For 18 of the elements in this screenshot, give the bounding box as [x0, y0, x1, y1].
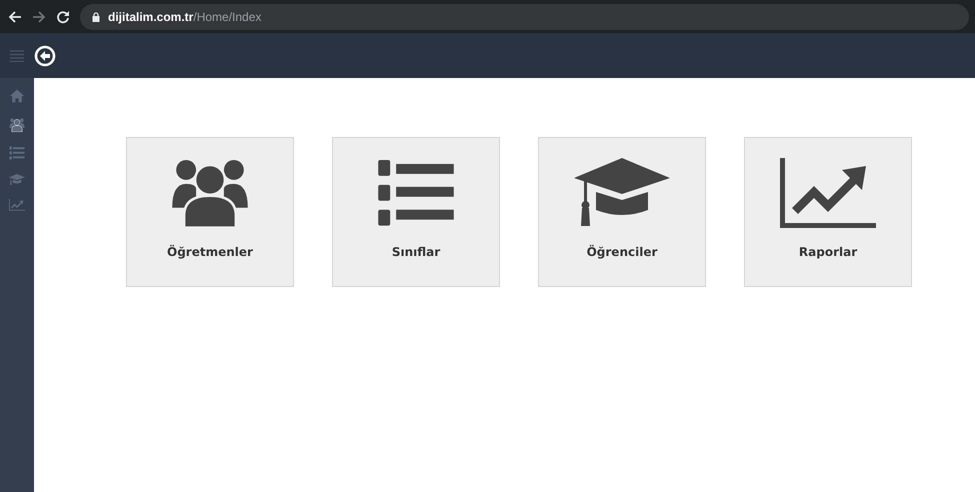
people-icon [9, 118, 25, 132]
graduation-cap-icon [9, 174, 25, 186]
chart-icon [780, 158, 876, 228]
lock-icon [92, 12, 100, 22]
back-arrow-icon[interactable] [8, 10, 22, 24]
chart-icon [9, 199, 25, 212]
graduation-cap-icon [574, 158, 670, 228]
menu-tile[interactable]: Öğrenciler [538, 137, 706, 287]
reload-icon[interactable] [56, 10, 70, 24]
menu-tile[interactable]: Raporlar [744, 137, 912, 287]
numbered-list-icon [9, 146, 25, 160]
menu-tile[interactable]: Öğretmenler [126, 137, 294, 287]
numbered-list-icon [376, 158, 456, 228]
people-icon [170, 158, 250, 228]
address-bar[interactable]: dijitalim.com.tr/Home/Index [80, 4, 969, 30]
forward-arrow-icon[interactable] [32, 10, 46, 24]
menu-tile[interactable]: Sınıflar [332, 137, 500, 287]
back-circle-icon[interactable] [34, 44, 56, 66]
